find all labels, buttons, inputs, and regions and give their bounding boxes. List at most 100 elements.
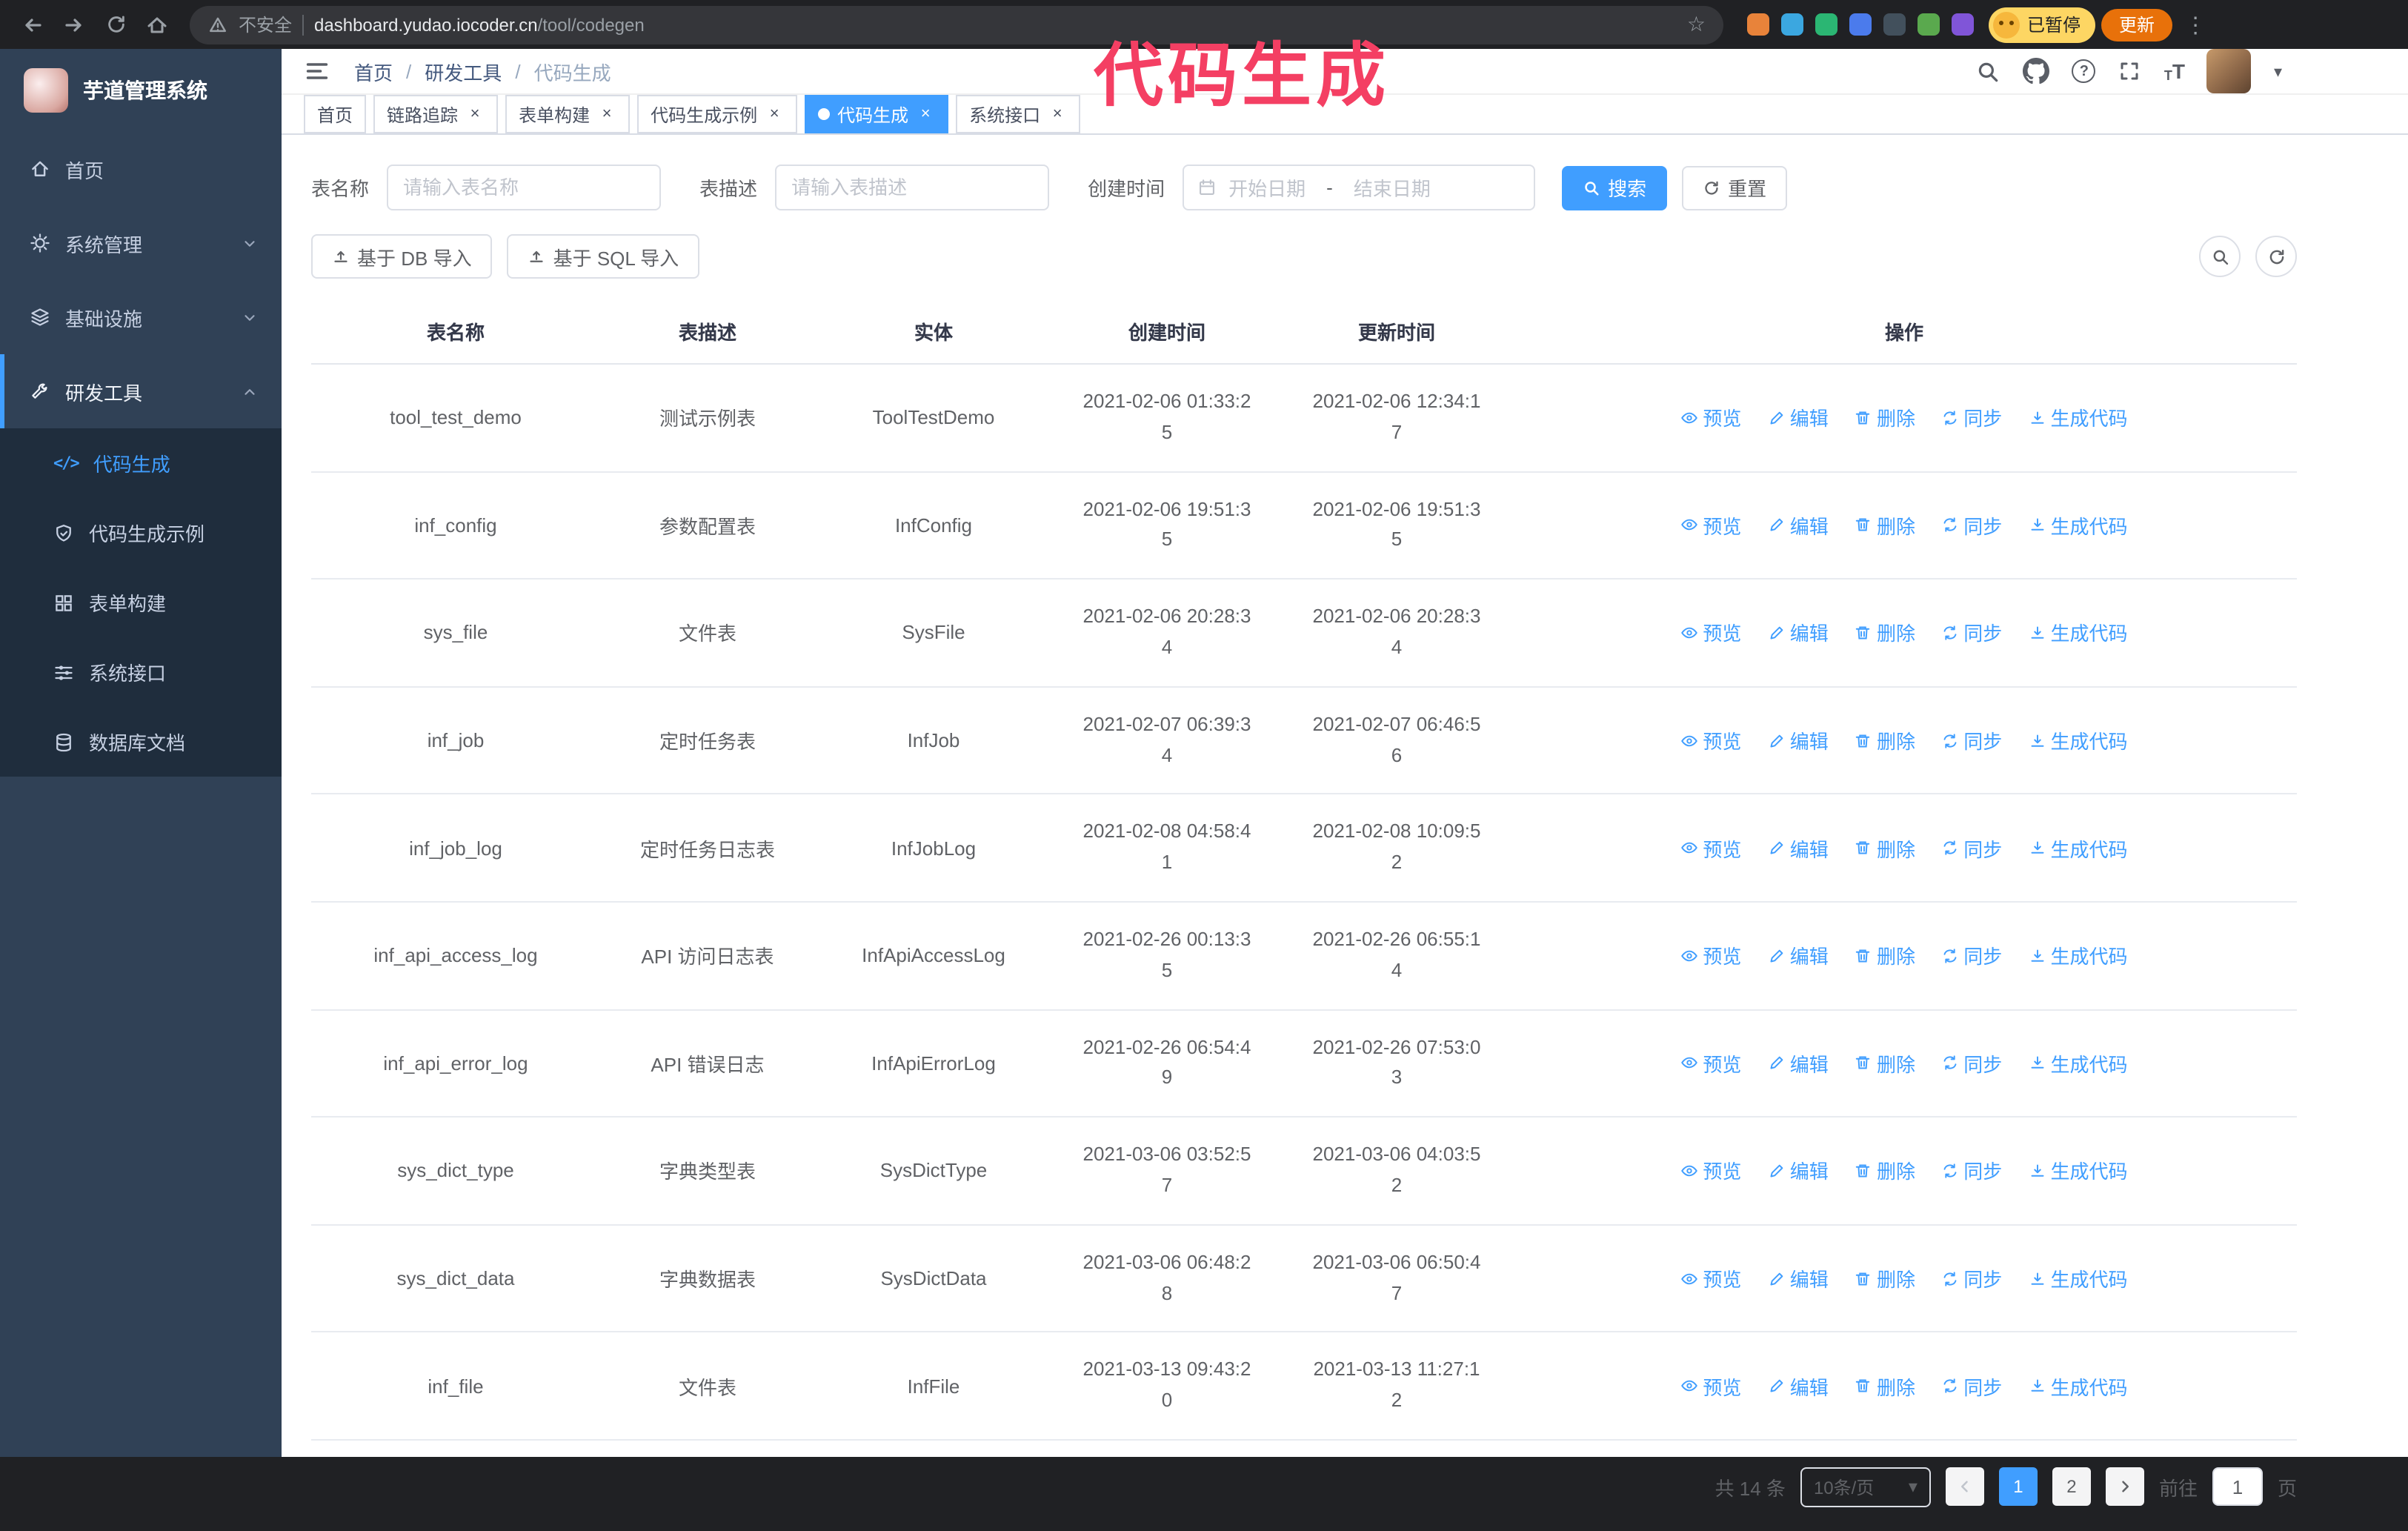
extension-icon[interactable]	[1815, 13, 1837, 36]
update-button[interactable]: 更新	[2101, 8, 2173, 41]
help-icon[interactable]: ?	[2072, 59, 2096, 83]
prev-page-button[interactable]	[1945, 1467, 1984, 1507]
close-icon[interactable]: ×	[597, 104, 616, 124]
edit-link[interactable]: 编辑	[1768, 834, 1829, 862]
delete-link[interactable]: 删除	[1855, 404, 1915, 432]
page-size-select[interactable]: 10条/页 ▾	[1800, 1467, 1931, 1507]
sidebar-item-db-doc[interactable]: 数据库文档	[0, 707, 282, 777]
sync-link[interactable]: 同步	[1941, 834, 2002, 862]
preview-link[interactable]: 预览	[1680, 1372, 1741, 1400]
sync-link[interactable]: 同步	[1941, 1372, 2002, 1400]
generate-code-link[interactable]: 生成代码	[2029, 511, 2128, 539]
edit-link[interactable]: 编辑	[1768, 511, 1829, 539]
extension-icon[interactable]	[1883, 13, 1906, 36]
delete-link[interactable]: 删除	[1855, 942, 1915, 970]
preview-link[interactable]: 预览	[1680, 726, 1741, 754]
tab-form-builder[interactable]: 表单构建 ×	[505, 95, 631, 133]
generate-code-link[interactable]: 生成代码	[2029, 834, 2128, 862]
logo[interactable]: 芋道管理系统	[0, 49, 282, 132]
close-icon[interactable]: ×	[1048, 104, 1067, 124]
extension-icon[interactable]	[1849, 13, 1872, 36]
preview-link[interactable]: 预览	[1680, 1049, 1741, 1077]
reload-icon[interactable]	[98, 7, 133, 42]
user-avatar[interactable]	[2206, 49, 2252, 93]
preview-link[interactable]: 预览	[1680, 619, 1741, 647]
preview-link[interactable]: 预览	[1680, 1264, 1741, 1292]
delete-link[interactable]: 删除	[1855, 619, 1915, 647]
address-bar[interactable]: 不安全 dashboard.yudao.iocoder.cn/tool/code…	[190, 5, 1723, 44]
sidebar-item-form-builder[interactable]: 表单构建	[0, 568, 282, 637]
generate-code-link[interactable]: 生成代码	[2029, 619, 2128, 647]
sync-link[interactable]: 同步	[1941, 1049, 2002, 1077]
table-desc-input[interactable]	[775, 165, 1050, 210]
close-icon[interactable]: ×	[465, 104, 485, 124]
close-icon[interactable]: ×	[765, 104, 784, 124]
sidebar-item-infrastructure[interactable]: 基础设施	[0, 280, 282, 354]
sync-link[interactable]: 同步	[1941, 1264, 2002, 1292]
github-icon[interactable]	[2023, 58, 2050, 84]
generate-code-link[interactable]: 生成代码	[2029, 404, 2128, 432]
edit-link[interactable]: 编辑	[1768, 404, 1829, 432]
profile-pill[interactable]: 已暂停	[1989, 7, 2096, 42]
preview-link[interactable]: 预览	[1680, 1157, 1741, 1185]
sidebar-item-home[interactable]: 首页	[0, 132, 282, 206]
extension-icon[interactable]	[1781, 13, 1803, 36]
import-db-button[interactable]: 基于 DB 导入	[311, 234, 493, 279]
sync-link[interactable]: 同步	[1941, 726, 2002, 754]
search-icon[interactable]	[1976, 59, 2001, 84]
generate-code-link[interactable]: 生成代码	[2029, 1049, 2128, 1077]
tab-system-api[interactable]: 系统接口 ×	[956, 95, 1081, 133]
preview-link[interactable]: 预览	[1680, 942, 1741, 970]
sidebar-item-codegen[interactable]: </> 代码生成	[0, 428, 282, 498]
next-page-button[interactable]	[2105, 1467, 2144, 1507]
tab-home[interactable]: 首页	[304, 95, 367, 133]
hide-search-button[interactable]	[2199, 236, 2241, 277]
delete-link[interactable]: 删除	[1855, 1049, 1915, 1077]
generate-code-link[interactable]: 生成代码	[2029, 1372, 2128, 1400]
edit-link[interactable]: 编辑	[1768, 619, 1829, 647]
edit-link[interactable]: 编辑	[1768, 1264, 1829, 1292]
sync-link[interactable]: 同步	[1941, 619, 2002, 647]
generate-code-link[interactable]: 生成代码	[2029, 1264, 2128, 1292]
delete-link[interactable]: 删除	[1855, 511, 1915, 539]
date-range-picker[interactable]: 开始日期 - 结束日期	[1183, 165, 1536, 210]
tab-codegen[interactable]: 代码生成 ×	[805, 95, 949, 133]
delete-link[interactable]: 删除	[1855, 1157, 1915, 1185]
tab-codegen-example[interactable]: 代码生成示例 ×	[637, 95, 798, 133]
back-icon[interactable]	[15, 7, 50, 42]
edit-link[interactable]: 编辑	[1768, 726, 1829, 754]
generate-code-link[interactable]: 生成代码	[2029, 942, 2128, 970]
extension-icon[interactable]	[1747, 13, 1769, 36]
sync-link[interactable]: 同步	[1941, 1157, 2002, 1185]
generate-code-link[interactable]: 生成代码	[2029, 1157, 2128, 1185]
tab-tracing[interactable]: 链路追踪 ×	[373, 95, 499, 133]
delete-link[interactable]: 删除	[1855, 726, 1915, 754]
preview-link[interactable]: 预览	[1680, 404, 1741, 432]
sidebar-item-system-mgmt[interactable]: 系统管理	[0, 206, 282, 280]
preview-link[interactable]: 预览	[1680, 511, 1741, 539]
sidebar-item-system-api[interactable]: 系统接口	[0, 637, 282, 707]
import-sql-button[interactable]: 基于 SQL 导入	[507, 234, 700, 279]
bookmark-star-icon[interactable]: ☆	[1687, 12, 1706, 37]
avatar-caret-icon[interactable]: ▾	[2274, 62, 2282, 81]
home-icon[interactable]	[139, 7, 175, 42]
browser-menu-icon[interactable]: ⋮	[2178, 11, 2212, 38]
extension-icon[interactable]	[1952, 13, 1974, 36]
page-button-2[interactable]: 2	[2052, 1467, 2091, 1507]
breadcrumb-home[interactable]: 首页	[354, 57, 393, 85]
delete-link[interactable]: 删除	[1855, 1264, 1915, 1292]
close-icon[interactable]: ×	[916, 104, 935, 124]
security-warning-icon[interactable]	[207, 14, 228, 35]
sync-link[interactable]: 同步	[1941, 942, 2002, 970]
reset-button[interactable]: 重置	[1682, 165, 1788, 210]
preview-link[interactable]: 预览	[1680, 834, 1741, 862]
url-text[interactable]: dashboard.yudao.iocoder.cn/tool/codegen	[314, 14, 645, 35]
sync-link[interactable]: 同步	[1941, 404, 2002, 432]
table-name-input[interactable]	[387, 165, 662, 210]
forward-icon[interactable]	[56, 7, 92, 42]
edit-link[interactable]: 编辑	[1768, 1372, 1829, 1400]
delete-link[interactable]: 删除	[1855, 1372, 1915, 1400]
page-button-1[interactable]: 1	[1998, 1467, 2038, 1507]
search-button[interactable]: 搜索	[1562, 165, 1668, 210]
edit-link[interactable]: 编辑	[1768, 1157, 1829, 1185]
